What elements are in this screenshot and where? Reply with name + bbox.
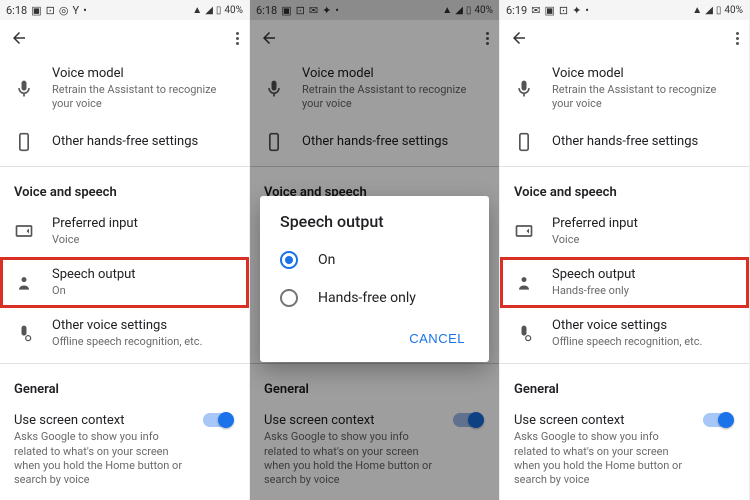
other-hands-free-title: Other hands-free settings [52, 134, 233, 149]
row-preferred-input[interactable]: Preferred input Voice [0, 206, 249, 257]
usc-title: Use screen context [14, 413, 185, 428]
battery-icon: ▯ [716, 5, 722, 16]
dialog-speech-output: Speech output On Hands-free only CANCEL [260, 196, 489, 362]
row-other-hands-free[interactable]: Other hands-free settings [0, 122, 249, 162]
usc-sub: Asks Google to show you info related to … [14, 430, 185, 487]
status-left: 6:18 ▣ ⊡ ◎ Y • [6, 4, 87, 17]
speaker-icon [14, 273, 34, 293]
radio-hf-icon [280, 289, 298, 307]
battery-icon: ▯ [216, 5, 222, 16]
radio-on-icon [280, 251, 298, 269]
row-other-voice-settings[interactable]: Other voice settings Offline speech reco… [0, 308, 249, 359]
preferred-input-sub: Voice [52, 233, 233, 247]
mic-icon [514, 79, 534, 99]
row-preferred-input[interactable]: Preferred input Voice [500, 206, 749, 257]
status-time: 6:18 [6, 4, 27, 17]
notif-icon: Y [72, 4, 79, 17]
battery-percent: 40% [724, 5, 743, 16]
cancel-button[interactable]: CANCEL [401, 325, 473, 352]
voice-model-title: Voice model [552, 66, 733, 81]
status-left: 6:19 ✉ ▣ ⊡ ✦ • [506, 4, 589, 17]
section-general: General [0, 368, 249, 403]
usc-sub: Asks Google to show you info related to … [514, 430, 685, 487]
row-other-hands-free[interactable]: Other hands-free settings [500, 122, 749, 162]
other-voice-sub: Offline speech recognition, etc. [552, 335, 733, 349]
row-speech-output[interactable]: Speech output On [0, 257, 249, 308]
notif-icon: • [585, 4, 589, 17]
toggle-use-screen-context[interactable] [703, 413, 733, 427]
voice-model-sub: Retrain the Assistant to recognize your … [552, 83, 733, 112]
status-time: 6:19 [506, 4, 527, 17]
other-hands-free-title: Other hands-free settings [552, 134, 733, 149]
row-voice-model[interactable]: Voice model Retrain the Assistant to rec… [500, 56, 749, 122]
phone-icon [14, 132, 34, 152]
option-on[interactable]: On [260, 241, 489, 279]
input-icon [14, 221, 34, 241]
speech-output-title: Speech output [552, 267, 733, 282]
row-use-screen-context[interactable]: Use screen context Asks Google to show y… [500, 403, 749, 497]
notif-icon: ▣ [31, 4, 41, 17]
status-bar: 6:18 ▣ ⊡ ◎ Y • ▲ ◢ ▯ 40% [0, 0, 249, 20]
usc-title: Use screen context [514, 413, 685, 428]
phone-icon [514, 132, 534, 152]
row-use-screen-context[interactable]: Use screen context Asks Google to show y… [0, 403, 249, 497]
voice-model-sub: Retrain the Assistant to recognize your … [52, 83, 233, 112]
notif-icon: ◎ [59, 4, 69, 17]
phone-screen-2: 6:18 ▣ ⊡ ✉ ✦ • ▲ ◢ ▯ 40% Voice model Ret… [250, 0, 500, 500]
section-voice-speech: Voice and speech [0, 171, 249, 206]
status-right: ▲ ◢ ▯ 40% [192, 5, 243, 16]
phone-screen-3: 6:19 ✉ ▣ ⊡ ✦ • ▲ ◢ ▯ 40% Voice model Ret… [500, 0, 750, 500]
divider [500, 166, 749, 167]
notif-icon: ✉ [531, 4, 540, 17]
speech-output-title: Speech output [52, 267, 233, 282]
mic-settings-icon [14, 324, 34, 344]
overflow-menu-icon[interactable] [235, 32, 239, 45]
divider [500, 363, 749, 364]
section-voice-speech: Voice and speech [500, 171, 749, 206]
divider [0, 363, 249, 364]
status-bar: 6:19 ✉ ▣ ⊡ ✦ • ▲ ◢ ▯ 40% [500, 0, 749, 20]
phone-screen-1: 6:18 ▣ ⊡ ◎ Y • ▲ ◢ ▯ 40% Voice model Ret… [0, 0, 250, 500]
toggle-use-screen-context[interactable] [203, 413, 233, 427]
back-icon[interactable] [10, 29, 28, 47]
row-voice-model[interactable]: Voice model Retrain the Assistant to rec… [0, 56, 249, 122]
notif-icon: ✦ [572, 4, 581, 17]
mic-icon [14, 79, 34, 99]
speaker-icon [514, 273, 534, 293]
wifi-icon: ▲ [692, 5, 702, 16]
notif-icon: ▣ [544, 4, 554, 17]
preferred-input-title: Preferred input [52, 216, 233, 231]
option-on-label: On [318, 252, 335, 268]
other-voice-title: Other voice settings [52, 318, 233, 333]
row-speech-output[interactable]: Speech output Hands-free only [500, 257, 749, 308]
status-right: ▲ ◢ ▯ 40% [692, 5, 743, 16]
signal-icon: ◢ [705, 5, 713, 16]
other-voice-sub: Offline speech recognition, etc. [52, 335, 233, 349]
input-icon [514, 221, 534, 241]
notif-icon: ⊡ [559, 4, 568, 17]
divider [0, 166, 249, 167]
notif-icon: ⊡ [46, 4, 55, 17]
row-other-voice-settings[interactable]: Other voice settings Offline speech reco… [500, 308, 749, 359]
notif-icon: • [83, 4, 87, 17]
option-hands-free-only[interactable]: Hands-free only [260, 279, 489, 317]
battery-percent: 40% [224, 5, 243, 16]
back-icon[interactable] [510, 29, 528, 47]
preferred-input-title: Preferred input [552, 216, 733, 231]
speech-output-sub: On [52, 284, 233, 298]
option-hf-label: Hands-free only [318, 290, 416, 306]
other-voice-title: Other voice settings [552, 318, 733, 333]
section-general: General [500, 368, 749, 403]
voice-model-title: Voice model [52, 66, 233, 81]
mic-settings-icon [514, 324, 534, 344]
dialog-title: Speech output [260, 212, 489, 241]
overflow-menu-icon[interactable] [735, 32, 739, 45]
signal-icon: ◢ [205, 5, 213, 16]
app-bar [0, 20, 249, 56]
preferred-input-sub: Voice [552, 233, 733, 247]
speech-output-sub: Hands-free only [552, 284, 733, 298]
wifi-icon: ▲ [192, 5, 202, 16]
app-bar [500, 20, 749, 56]
